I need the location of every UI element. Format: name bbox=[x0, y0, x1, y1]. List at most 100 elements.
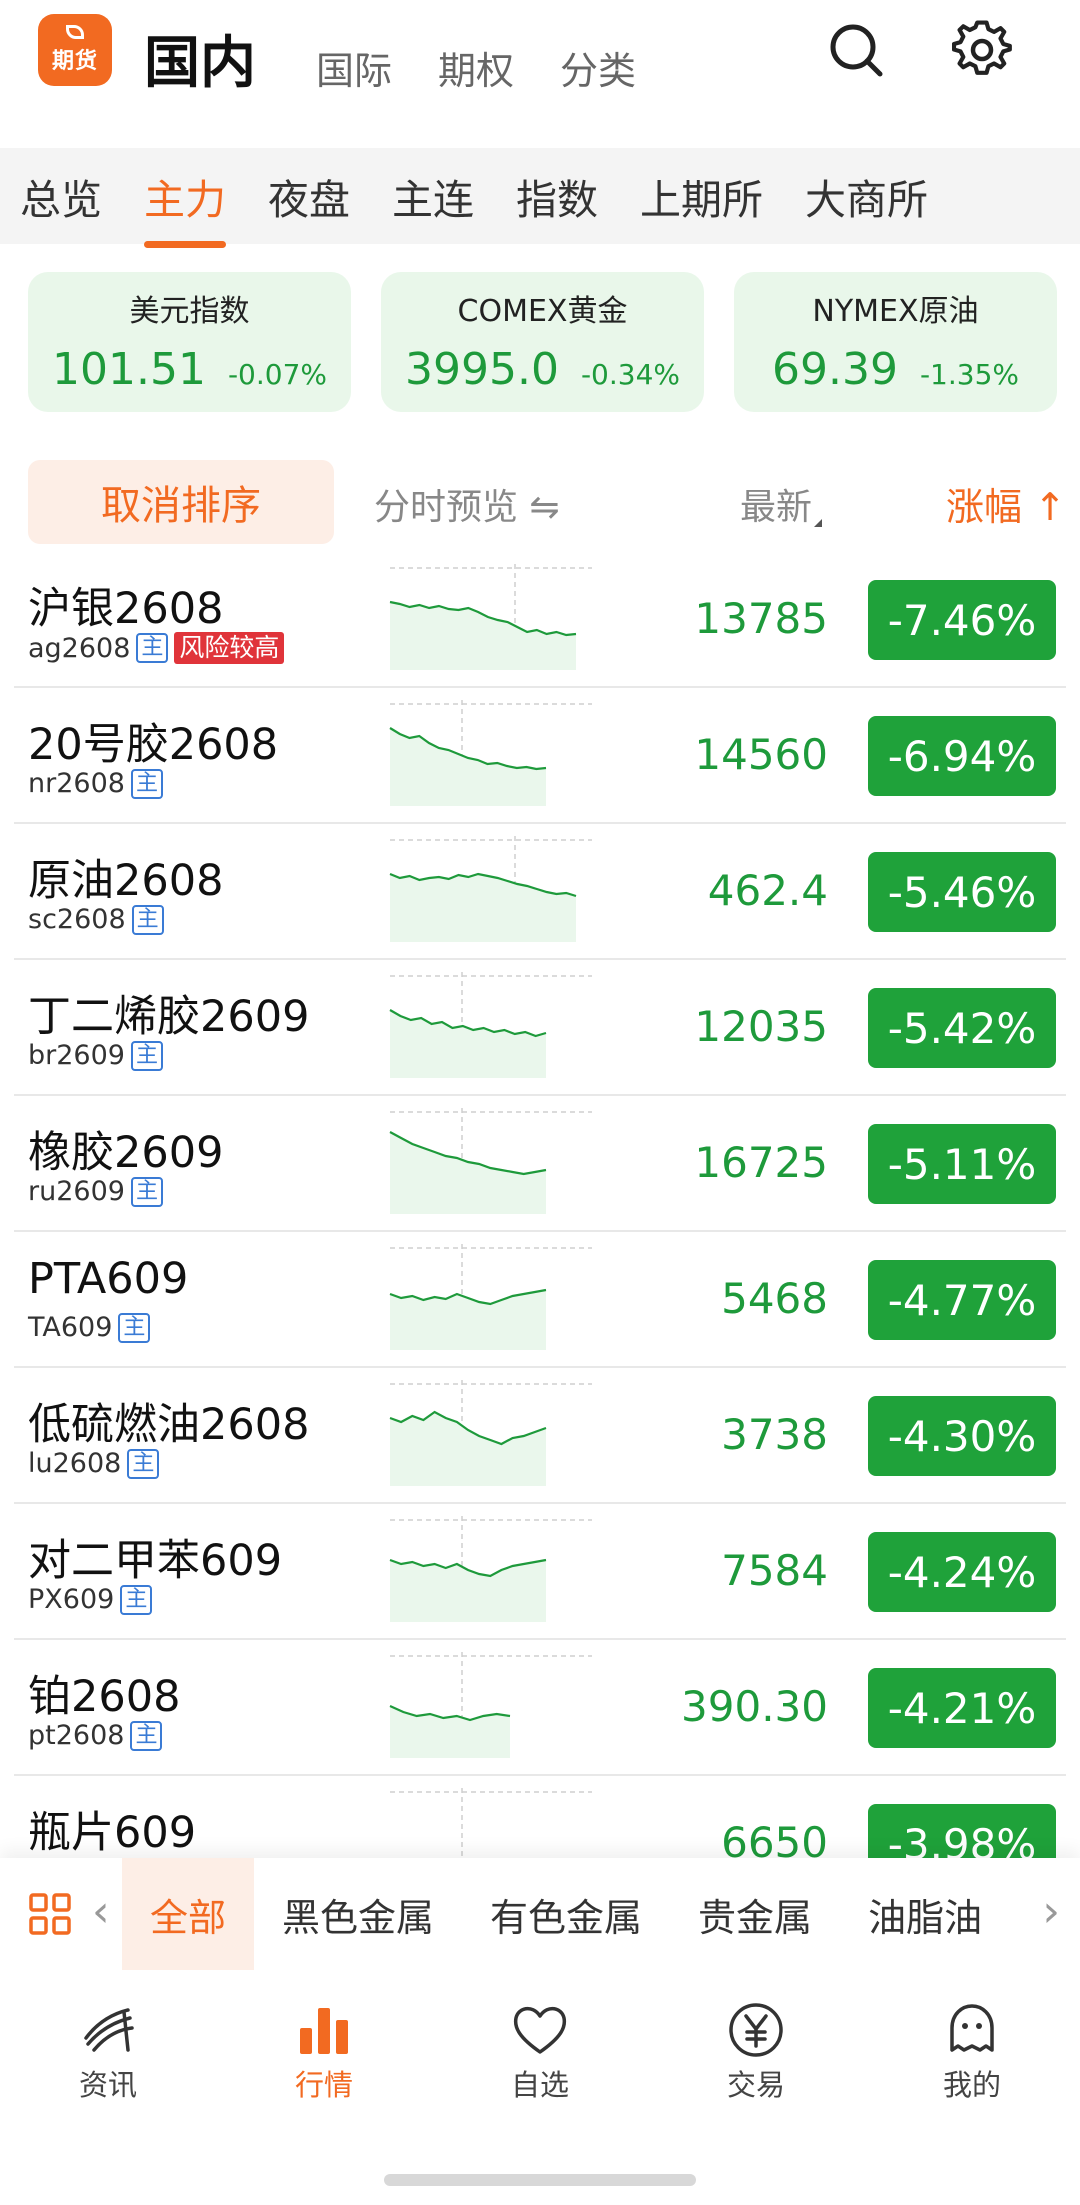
intraday-sparkline[interactable] bbox=[374, 1514, 594, 1624]
latest-price: 12035 bbox=[694, 1002, 828, 1051]
app-logo[interactable]: 期货 bbox=[38, 14, 112, 86]
quote-row[interactable]: 原油2608 sc2608 主 462.4 -5.46% bbox=[14, 824, 1066, 960]
tab-domestic[interactable]: 国内 bbox=[144, 18, 256, 99]
gear-icon[interactable] bbox=[952, 20, 1012, 80]
cancel-sort-button[interactable]: 取消排序 bbox=[28, 460, 334, 544]
index-card-gold[interactable]: COMEX黄金 3995.0 -0.34% bbox=[381, 272, 704, 412]
change-percent-badge[interactable]: -4.30% bbox=[868, 1396, 1056, 1476]
card-value: 101.51 bbox=[51, 344, 206, 395]
category-ferrous[interactable]: 黑色金属 bbox=[254, 1858, 462, 1970]
change-percent-badge[interactable]: -6.94% bbox=[868, 716, 1056, 796]
intraday-sparkline[interactable] bbox=[374, 1242, 594, 1352]
index-card-usd[interactable]: 美元指数 101.51 -0.07% bbox=[28, 272, 351, 412]
contract-code: pt2608 bbox=[28, 1720, 125, 1751]
tab-categories[interactable]: 分类 bbox=[560, 40, 636, 95]
quote-row[interactable]: 丁二烯胶2609 br2609 主 12035 -5.42% bbox=[14, 960, 1066, 1096]
intraday-sparkline[interactable] bbox=[374, 1106, 594, 1216]
contract-name: PTA609 bbox=[28, 1254, 189, 1304]
nav-market[interactable]: 行情 bbox=[264, 2000, 384, 2104]
nav-profile[interactable]: 我的 bbox=[912, 2000, 1032, 2104]
change-percent-badge[interactable]: -4.24% bbox=[868, 1532, 1056, 1612]
index-card-oil[interactable]: NYMEX原油 69.39 -1.35% bbox=[734, 272, 1057, 412]
latest-price: 14560 bbox=[694, 730, 828, 779]
tab-dce[interactable]: 大商所 bbox=[805, 166, 928, 226]
change-percent-badge[interactable]: -4.77% bbox=[868, 1260, 1056, 1340]
main-contract-badge: 主 bbox=[118, 1312, 151, 1343]
category-oils[interactable]: 油脂油 bbox=[840, 1858, 1010, 1970]
change-percent-badge[interactable]: -5.11% bbox=[868, 1124, 1056, 1204]
tab-continuous[interactable]: 主连 bbox=[392, 166, 474, 226]
change-percent-badge[interactable]: -5.46% bbox=[868, 852, 1056, 932]
timeshare-preview-toggle[interactable]: 分时预览 ⇋ bbox=[374, 478, 560, 530]
intraday-sparkline[interactable] bbox=[374, 562, 594, 672]
card-name: 美元指数 bbox=[129, 294, 250, 329]
sort-header: 取消排序 分时预览 ⇋ 最新 涨幅 ↑ bbox=[0, 452, 1080, 552]
change-percent-badge[interactable]: -5.42% bbox=[868, 988, 1056, 1068]
nav-news[interactable]: 资讯 bbox=[48, 2000, 168, 2104]
card-change: -0.34% bbox=[580, 358, 681, 391]
quote-row[interactable]: 低硫燃油2608 lu2608 主 3738 -4.30% bbox=[14, 1368, 1066, 1504]
main-contract-badge: 主 bbox=[130, 768, 163, 799]
tab-main[interactable]: 主力 bbox=[144, 166, 226, 248]
tab-night[interactable]: 夜盘 bbox=[268, 166, 350, 226]
quote-row[interactable]: 橡胶2609 ru2609 主 16725 -5.11% bbox=[14, 1096, 1066, 1232]
contract-meta: pt2608 主 bbox=[28, 1720, 163, 1751]
latest-price: 5468 bbox=[721, 1274, 828, 1323]
quote-row[interactable]: 20号胶2608 nr2608 主 14560 -6.94% bbox=[14, 688, 1066, 824]
nav-watchlist[interactable]: 自选 bbox=[480, 2000, 600, 2104]
main-contract-badge: 主 bbox=[130, 1040, 163, 1071]
latest-price: 7584 bbox=[721, 1546, 828, 1595]
category-precious[interactable]: 贵金属 bbox=[670, 1858, 840, 1970]
contract-meta: sc2608 主 bbox=[28, 904, 164, 935]
quote-row[interactable]: 对二甲苯609 PX609 主 7584 -4.24% bbox=[14, 1504, 1066, 1640]
contract-code: sc2608 bbox=[28, 904, 126, 935]
category-bar: ‹ 全部 黑色金属 有色金属 贵金属 油脂油 › bbox=[0, 1858, 1080, 1970]
quote-row[interactable]: 铂2608 pt2608 主 390.30 -4.21% bbox=[14, 1640, 1066, 1776]
index-cards: 美元指数 101.51 -0.07% COMEX黄金 3995.0 -0.34%… bbox=[28, 272, 1057, 412]
intraday-sparkline[interactable] bbox=[374, 1378, 594, 1488]
category-nonferrous[interactable]: 有色金属 bbox=[462, 1858, 670, 1970]
latest-price: 13785 bbox=[694, 594, 828, 643]
leaf-icon bbox=[66, 25, 84, 39]
sparkline-area bbox=[390, 1412, 546, 1486]
sort-latest-header[interactable]: 最新 bbox=[740, 478, 823, 530]
quote-row[interactable]: PTA609 TA609 主 5468 -4.77% bbox=[14, 1232, 1066, 1368]
change-percent-badge[interactable]: -3.98% bbox=[868, 1804, 1056, 1858]
sparkline-area bbox=[390, 602, 576, 670]
category-all[interactable]: 全部 bbox=[122, 1858, 255, 1970]
logo-text: 期货 bbox=[51, 49, 98, 74]
quote-row[interactable]: 沪银2608 ag2608 主风险较高 13785 -7.46% bbox=[14, 552, 1066, 688]
chevron-left-icon[interactable]: ‹ bbox=[92, 1886, 110, 1937]
intraday-sparkline[interactable] bbox=[374, 970, 594, 1080]
nav-trade[interactable]: 交易 bbox=[696, 2000, 816, 2104]
profile-icon bbox=[950, 2004, 994, 2052]
card-change: -0.07% bbox=[227, 358, 328, 391]
quote-row[interactable]: 瓶片609 6650 -3.98% bbox=[14, 1776, 1066, 1858]
tab-shfe[interactable]: 上期所 bbox=[640, 166, 763, 226]
contract-meta: nr2608 主 bbox=[28, 768, 163, 799]
tab-options[interactable]: 期权 bbox=[438, 40, 514, 95]
contract-name: 原油2608 bbox=[28, 856, 224, 906]
latest-label: 最新 bbox=[740, 487, 813, 528]
contract-code: ag2608 bbox=[28, 632, 131, 664]
change-percent-badge[interactable]: -4.21% bbox=[868, 1668, 1056, 1748]
intraday-sparkline[interactable] bbox=[374, 1786, 594, 1858]
nav-profile-label: 我的 bbox=[942, 2068, 1001, 2102]
contract-code: nr2608 bbox=[28, 768, 125, 799]
sort-change-header[interactable]: 涨幅 ↑ bbox=[946, 476, 1066, 531]
chevron-right-icon[interactable]: › bbox=[1040, 1886, 1060, 1937]
intraday-sparkline[interactable] bbox=[374, 698, 594, 808]
tab-international[interactable]: 国际 bbox=[316, 40, 392, 95]
nav-watchlist-label: 自选 bbox=[510, 2068, 569, 2102]
tab-index[interactable]: 指数 bbox=[516, 166, 598, 226]
contract-code: ru2609 bbox=[28, 1176, 125, 1207]
change-percent-badge[interactable]: -7.46% bbox=[868, 580, 1056, 660]
intraday-sparkline[interactable] bbox=[374, 834, 594, 944]
tab-overview[interactable]: 总览 bbox=[20, 166, 102, 226]
grid-icon[interactable] bbox=[28, 1892, 72, 1936]
home-indicator[interactable] bbox=[384, 2174, 696, 2186]
main-contract-badge: 主 bbox=[130, 1176, 163, 1207]
card-value: 69.39 bbox=[771, 344, 898, 395]
search-icon[interactable] bbox=[826, 20, 886, 80]
intraday-sparkline[interactable] bbox=[374, 1650, 594, 1760]
